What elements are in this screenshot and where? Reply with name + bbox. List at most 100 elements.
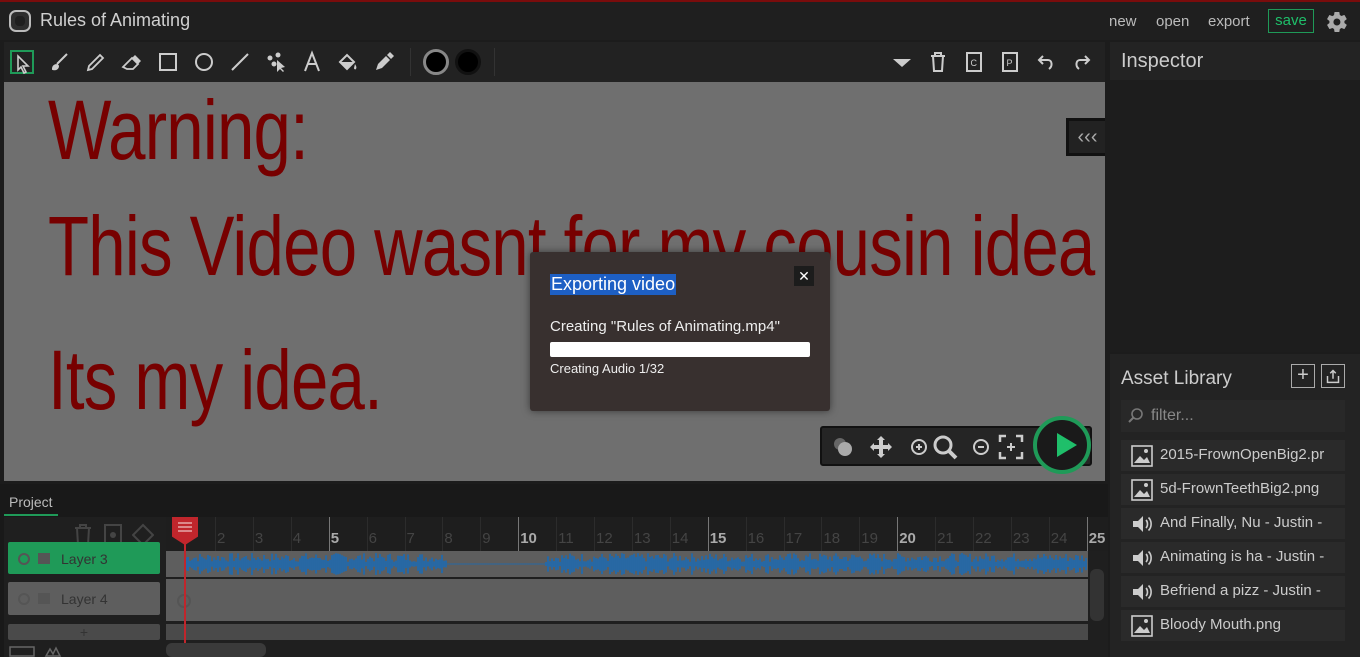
fill-bucket-icon[interactable] [336,50,360,74]
ruler-tick-label: 15 [709,530,727,547]
canvas-text-line-1[interactable]: Warning: [48,82,309,179]
play-button[interactable] [1033,416,1091,474]
ruler-tick-label: 19 [861,530,878,547]
lock-icon[interactable] [38,553,50,564]
save-button[interactable]: save [1268,9,1314,33]
eraser-icon[interactable] [120,50,144,74]
ruler-tick-label: 13 [633,530,651,547]
redo-icon[interactable] [1070,50,1094,74]
pencil-icon[interactable] [84,50,108,74]
speaker-icon [1133,516,1152,532]
ruler-tick-label: 10 [520,530,537,547]
inspector-header: Inspector [1110,42,1360,80]
canvas-text-line-3[interactable]: Its my idea. [48,332,383,429]
layer-row[interactable]: Layer 4 [8,582,160,615]
playhead-grip-icon [178,522,192,532]
line-icon[interactable] [228,50,252,74]
export-dialog: Exporting video ✕ Creating "Rules of Ani… [530,252,830,411]
brush-icon[interactable] [48,50,72,74]
ruler-tick-label: 21 [937,530,954,547]
timeline-horizontal-scrollbar[interactable] [166,643,266,657]
eye-icon[interactable] [18,553,30,565]
gear-icon[interactable] [1325,10,1349,34]
audio-track[interactable] [166,551,1088,577]
ruler-tick-label: 9 [482,530,491,547]
path-edit-icon[interactable] [264,50,288,74]
pan-move-icon[interactable] [868,434,894,460]
collapse-panel-button[interactable]: ‹‹‹ [1066,118,1105,156]
asset-item[interactable]: And Finally, Nu - Justin - [1121,508,1345,539]
paste-icon[interactable]: P [998,50,1022,74]
layer-track[interactable] [166,579,1088,621]
layer-row-active[interactable]: Layer 3 [8,542,160,574]
empty-keyframe-icon [177,594,191,608]
top-bar: Rules of Animating new open export save [0,2,1360,40]
text-icon[interactable] [300,50,324,74]
eyedropper-icon[interactable] [372,50,396,74]
ruler-tick [935,517,937,551]
menu-new[interactable]: new [1109,13,1137,30]
ruler-tick [480,517,482,551]
ruler-tick-label: 25 [1088,530,1106,547]
menu-open[interactable]: open [1156,13,1189,30]
tab-project[interactable]: Project [4,490,58,516]
timeline-view-icons [9,646,62,657]
lock-icon[interactable] [38,593,50,604]
timeline-vertical-scrollbar[interactable] [1090,569,1104,621]
audio-waveform [185,553,1087,575]
speaker-icon [1133,584,1152,600]
ruler-tick-label: 2 [217,530,226,547]
rectangle-icon[interactable] [156,50,180,74]
asset-item[interactable]: Befriend a pizz - Justin - [1121,576,1345,607]
onion-skin-icon[interactable] [830,434,856,460]
timeline-ruler[interactable]: 2 3 4 5 6 7 8 9 10 11 12 13 14 15 16 17 18 19 20 21 22 23 24 25 [166,517,1108,551]
asset-item[interactable]: 2015-FrownOpenBig2.pr [1121,440,1345,471]
ruler-tick [669,517,671,551]
svg-text:C: C [971,58,978,68]
add-layer-button[interactable]: + [8,624,160,640]
layer-track[interactable] [166,624,1088,640]
dropdown-icon[interactable] [890,50,914,74]
ruler-tick [859,517,861,551]
export-progress-bar [550,342,810,357]
ellipse-icon[interactable] [192,50,216,74]
ruler-tick [556,517,558,551]
asset-item-label: 5d-FrownTeethBig2.png [1160,480,1320,497]
upload-asset-button[interactable] [1321,364,1345,388]
asset-item[interactable]: Animating is ha - Justin - [1121,542,1345,573]
ruler-tick [783,517,785,551]
asset-item-label: And Finally, Nu - Justin - [1160,514,1323,531]
close-icon[interactable]: ✕ [794,266,814,286]
ruler-tick [897,517,899,551]
undo-icon[interactable] [1034,50,1058,74]
ruler-tick-label: 7 [406,530,415,547]
menu-export[interactable]: export [1208,13,1250,30]
ruler-tick [707,517,709,551]
asset-filter [1121,400,1345,432]
asset-item[interactable]: Bloody Mouth.png [1121,610,1345,641]
add-asset-button[interactable]: + [1291,364,1315,388]
export-dialog-title: Exporting video [550,274,677,295]
ruler-tick-label: 16 [747,530,765,547]
fill-color-swatch[interactable] [423,49,449,75]
zoom-magnifier-icon[interactable] [932,434,958,460]
toolbar-divider [410,48,411,76]
ruler-tick [821,517,823,551]
timeline-panel: Project 2 3 4 5 6 7 8 9 10 11 12 13 14 15 16 17 18 19 20 21… [0,484,1108,657]
copy-icon[interactable]: C [962,50,986,74]
stroke-color-swatch[interactable] [455,49,481,75]
project-title: Rules of Animating [40,10,191,30]
ruler-tick-label: 12 [596,530,613,547]
asset-filter-input[interactable] [1151,406,1341,426]
cursor-select-icon[interactable] [10,50,34,75]
ruler-tick-label: 18 [823,530,841,547]
frames-view-icon [9,646,35,657]
eye-icon[interactable] [18,593,30,605]
ruler-tick-label: 4 [292,530,302,547]
trash-icon[interactable] [926,50,950,74]
zoom-out-small-icon[interactable] [968,434,994,460]
fit-screen-icon[interactable] [998,434,1024,460]
zoom-in-small-icon[interactable] [906,434,932,460]
asset-item-label: Bloody Mouth.png [1160,616,1281,633]
asset-item[interactable]: 5d-FrownTeethBig2.png [1121,474,1345,505]
